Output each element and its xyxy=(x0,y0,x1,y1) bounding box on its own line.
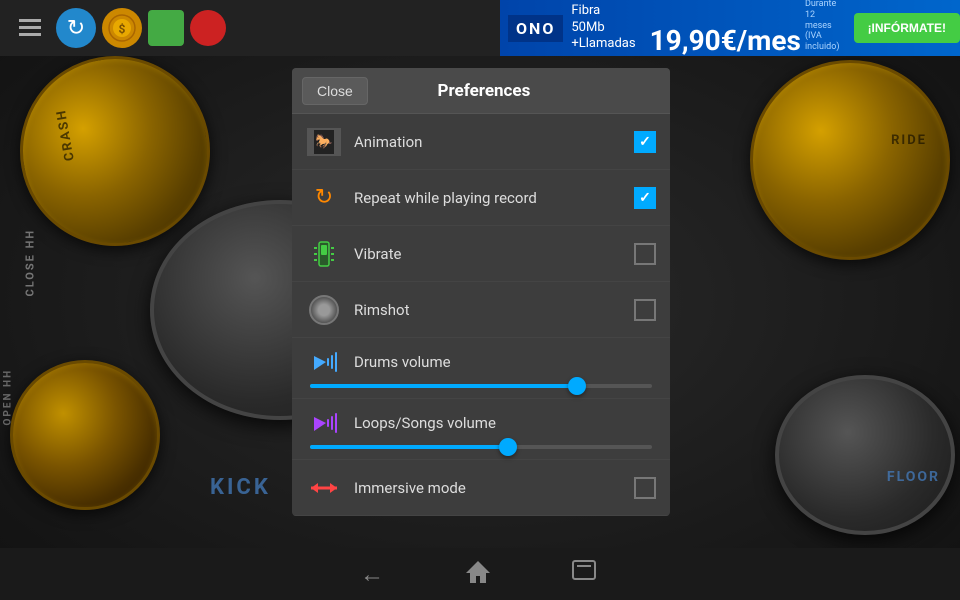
rimshot-label: Rimshot xyxy=(354,301,634,319)
repeat-icon: ↻ xyxy=(306,180,342,216)
immersive-checkbox[interactable] xyxy=(634,477,656,499)
vibrate-label: Vibrate xyxy=(354,245,634,263)
coin-icon[interactable]: $ xyxy=(102,8,142,48)
recent-button[interactable] xyxy=(572,560,600,588)
immersive-label: Immersive mode xyxy=(354,479,634,497)
loops-volume-fill xyxy=(310,445,508,449)
loops-volume-thumb[interactable] xyxy=(499,438,517,456)
drums-volume-fill xyxy=(310,384,577,388)
repeat-label: Repeat while playing record xyxy=(354,189,634,207)
ride-label: RIDE xyxy=(891,133,927,148)
ad-text: Fibra 50Mb +Llamadas xyxy=(571,3,635,54)
drums-volume-track[interactable] xyxy=(310,384,652,388)
drums-volume-label: Drums volume xyxy=(354,353,451,371)
vibrate-icon xyxy=(306,236,342,272)
floor-label: FLOOR xyxy=(887,469,940,485)
immersive-icon xyxy=(306,470,342,506)
rimshot-row[interactable]: Rimshot xyxy=(292,282,670,338)
preferences-title: Preferences xyxy=(368,81,600,101)
animation-row[interactable]: 🐎 Animation xyxy=(292,114,670,170)
immersive-row[interactable]: Immersive mode xyxy=(292,460,670,516)
record-button[interactable] xyxy=(190,10,226,46)
vibrate-row[interactable]: Vibrate xyxy=(292,226,670,282)
menu-icon[interactable] xyxy=(10,8,50,48)
repeat-checkbox[interactable] xyxy=(634,187,656,209)
animation-label: Animation xyxy=(354,133,634,151)
green-button[interactable] xyxy=(148,10,184,46)
bottom-navigation: ← xyxy=(0,548,960,600)
close-hh-label: CLOSE HH xyxy=(24,229,37,297)
ride-cymbal[interactable]: RIDE xyxy=(750,60,950,260)
loops-volume-label: Loops/Songs volume xyxy=(354,414,496,432)
drums-volume-thumb[interactable] xyxy=(568,377,586,395)
refresh-icon[interactable]: ↻ xyxy=(56,8,96,48)
animation-checkbox[interactable] xyxy=(634,131,656,153)
drums-volume-row: Drums volume xyxy=(292,338,670,399)
back-button[interactable]: ← xyxy=(360,560,384,589)
crash-label: CRASH xyxy=(54,108,78,163)
close-button[interactable]: Close xyxy=(302,77,368,105)
ad-cta-button[interactable]: ¡INFÓRMATE! xyxy=(854,13,960,43)
loops-volume-row: Loops/Songs volume xyxy=(292,399,670,460)
kick-left-label: KICK xyxy=(210,475,271,500)
rimshot-checkbox[interactable] xyxy=(634,299,656,321)
preferences-header: Close Preferences xyxy=(292,68,670,114)
ad-brand: ONO xyxy=(508,15,563,42)
loops-volume-icon xyxy=(306,405,342,441)
open-hh-label: OPEN HH xyxy=(3,369,14,426)
rimshot-icon xyxy=(306,292,342,328)
vibrate-checkbox[interactable] xyxy=(634,243,656,265)
floor-drum[interactable] xyxy=(775,375,955,535)
repeat-row[interactable]: ↻ Repeat while playing record xyxy=(292,170,670,226)
loops-volume-track[interactable] xyxy=(310,445,652,449)
ad-price: 19,90€/mes xyxy=(650,24,801,56)
svg-text:$: $ xyxy=(119,22,126,36)
drums-volume-icon xyxy=(306,344,342,380)
ad-subtext: Durante 12 meses (IVA incluido) xyxy=(805,0,844,53)
open-hh-cymbal[interactable] xyxy=(10,360,160,510)
preferences-dialog: Close Preferences 🐎 Animation ↻ Repeat w… xyxy=(292,68,670,516)
ad-banner: ONO Fibra 50Mb +Llamadas 19,90€/mes Dura… xyxy=(500,0,960,56)
home-button[interactable] xyxy=(464,557,492,591)
animation-icon: 🐎 xyxy=(306,124,342,160)
